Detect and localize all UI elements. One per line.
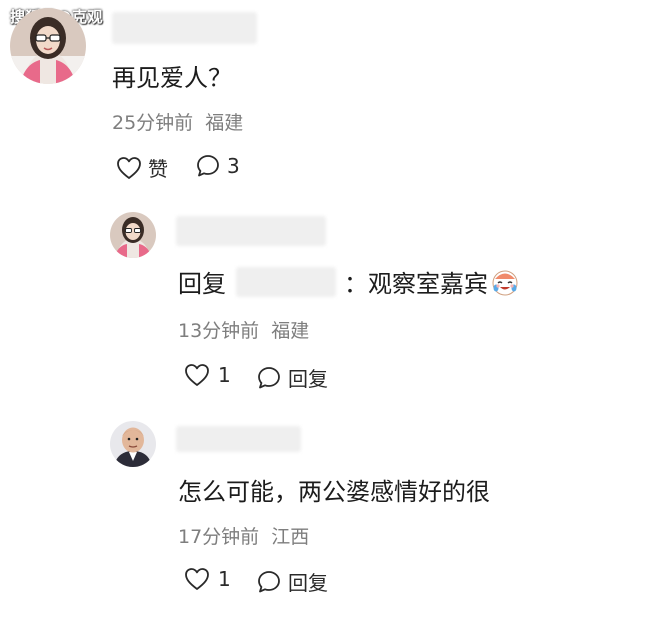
comment-meta: 25分钟前 福建 [112,108,243,135]
avatar[interactable] [110,421,156,467]
like-button[interactable]: 1 [184,363,231,387]
speech-bubble-icon [256,569,282,595]
mentioned-user-redacted[interactable] [236,266,336,297]
comment-text: 再见爱人？ [112,64,232,92]
reply-label: 回复 [288,367,328,391]
like-button[interactable]: 赞 [116,153,168,182]
speech-bubble-icon [195,153,221,179]
username-redacted [176,426,301,452]
avatar[interactable] [10,8,86,84]
heart-icon [184,567,210,591]
reply-count-button[interactable]: 3 [195,153,240,179]
speech-bubble-icon [256,365,282,391]
reply-prefix: 回复 [178,270,226,298]
heart-icon [184,363,210,387]
avatar[interactable] [110,212,156,258]
comment-meta: 13分钟前 福建 [178,316,309,343]
comment-time: 13分钟前 [178,320,260,342]
heart-icon [116,156,142,180]
reply-button[interactable]: 回复 [256,567,328,596]
reply-count: 3 [227,154,240,178]
comment-location: 福建 [271,320,310,342]
like-button[interactable]: 1 [184,567,231,591]
reply-button[interactable]: 回复 [256,363,328,392]
comment-text: 怎么可能，两公婆感情好的很 [178,478,490,506]
like-label: 赞 [148,157,168,181]
like-count: 1 [218,567,231,591]
comment-location: 江西 [271,526,310,548]
username-redacted [112,12,257,44]
comment-location: 福建 [205,112,244,134]
comment-meta: 17分钟前 江西 [178,522,309,549]
reply-label: 回复 [288,571,328,595]
comment-time: 25分钟前 [112,112,194,134]
crying-laughing-face-icon [490,267,520,297]
reply-line: 回复 ：观察室嘉宾 [178,264,520,299]
comment-time: 17分钟前 [178,526,260,548]
reply-text: ：观察室嘉宾 [344,270,488,298]
username-redacted [176,216,326,246]
like-count: 1 [218,363,231,387]
